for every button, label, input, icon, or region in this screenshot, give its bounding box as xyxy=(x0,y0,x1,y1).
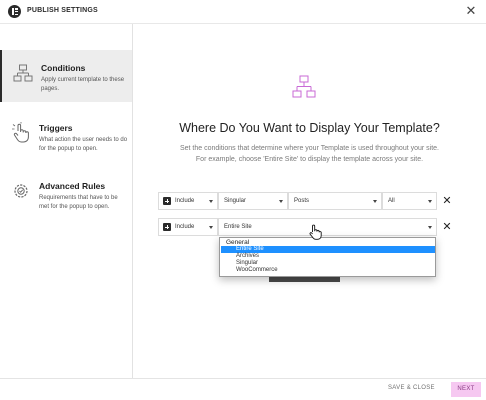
close-icon[interactable]: ✕ xyxy=(463,3,479,19)
dropdown-group-label: General xyxy=(226,239,250,246)
chevron-down-icon xyxy=(209,226,213,229)
dropdown-option-entire-site[interactable]: Entire Site xyxy=(221,246,435,253)
page-subtitle: Set the conditions that determine where … xyxy=(153,143,466,165)
condition-type-select[interactable]: Singular xyxy=(218,192,288,210)
subtitle-line: For example, choose 'Entire Site' to dis… xyxy=(195,156,424,163)
sidebar-item-conditions[interactable]: Conditions Apply current template to the… xyxy=(0,50,132,102)
condition-sub-value: Posts xyxy=(294,198,310,204)
elementor-logo-icon xyxy=(8,5,21,18)
sidebar-item-title: Conditions xyxy=(41,63,86,73)
sidebar-item-title: Advanced Rules xyxy=(39,181,106,191)
remove-condition-icon[interactable]: ✕ xyxy=(441,221,453,233)
dropdown-option-archives[interactable]: Archives xyxy=(221,253,435,260)
dropdown-option-woocommerce[interactable]: WooCommerce xyxy=(221,267,435,274)
dropdown-option-singular[interactable]: Singular xyxy=(221,260,435,267)
sidebar-item-description: Apply current template to these pages. xyxy=(41,77,125,92)
condition-type-value: Singular xyxy=(224,198,247,204)
plus-icon xyxy=(163,223,171,231)
pointer-hand-icon xyxy=(12,122,29,143)
condition-scope-select[interactable]: All xyxy=(382,192,437,210)
sidebar: Conditions Apply current template to the… xyxy=(0,24,133,378)
hand-cursor-icon xyxy=(309,224,322,240)
sitemap-icon xyxy=(292,75,316,98)
sidebar-item-description: Requirements that have to be met for the… xyxy=(39,195,118,210)
sidebar-item-title: Triggers xyxy=(39,123,73,133)
condition-sub-select[interactable]: Posts xyxy=(288,192,382,210)
sidebar-item-advanced-rules[interactable]: Advanced Rules Requirements that have to… xyxy=(0,168,132,220)
chevron-down-icon xyxy=(373,200,377,203)
modal-header: PUBLISH SETTINGS ✕ xyxy=(0,0,486,24)
plus-icon xyxy=(163,197,171,205)
include-select[interactable]: Include xyxy=(158,218,218,236)
include-select-value: Include xyxy=(175,224,195,230)
sidebar-item-triggers[interactable]: Triggers What action the user needs to d… xyxy=(0,110,132,162)
chevron-down-icon xyxy=(209,200,213,203)
save-and-close-button[interactable]: SAVE & CLOSE xyxy=(388,385,435,391)
page-title: Where Do You Want to Display Your Templa… xyxy=(179,121,440,135)
condition-type-value: Entire Site xyxy=(224,224,252,230)
remove-condition-icon[interactable]: ✕ xyxy=(441,195,453,207)
subtitle-line: Set the conditions that determine where … xyxy=(179,145,440,152)
condition-type-dropdown[interactable]: General Entire Site Archives Singular Wo… xyxy=(219,237,436,277)
condition-type-select[interactable]: Entire Site xyxy=(218,218,437,236)
chevron-down-icon xyxy=(428,200,432,203)
modal-footer: SAVE & CLOSE NEXT xyxy=(0,378,486,400)
sitemap-icon xyxy=(13,64,33,82)
chevron-down-icon xyxy=(428,226,432,229)
condition-scope-value: All xyxy=(388,198,395,204)
next-button[interactable]: NEXT xyxy=(451,382,481,397)
include-select-value: Include xyxy=(175,198,195,204)
modal-title: PUBLISH SETTINGS xyxy=(27,7,98,14)
gear-rules-icon xyxy=(14,184,28,198)
include-select[interactable]: Include xyxy=(158,192,218,210)
sidebar-item-description: What action the user needs to do for the… xyxy=(39,137,128,152)
chevron-down-icon xyxy=(279,200,283,203)
